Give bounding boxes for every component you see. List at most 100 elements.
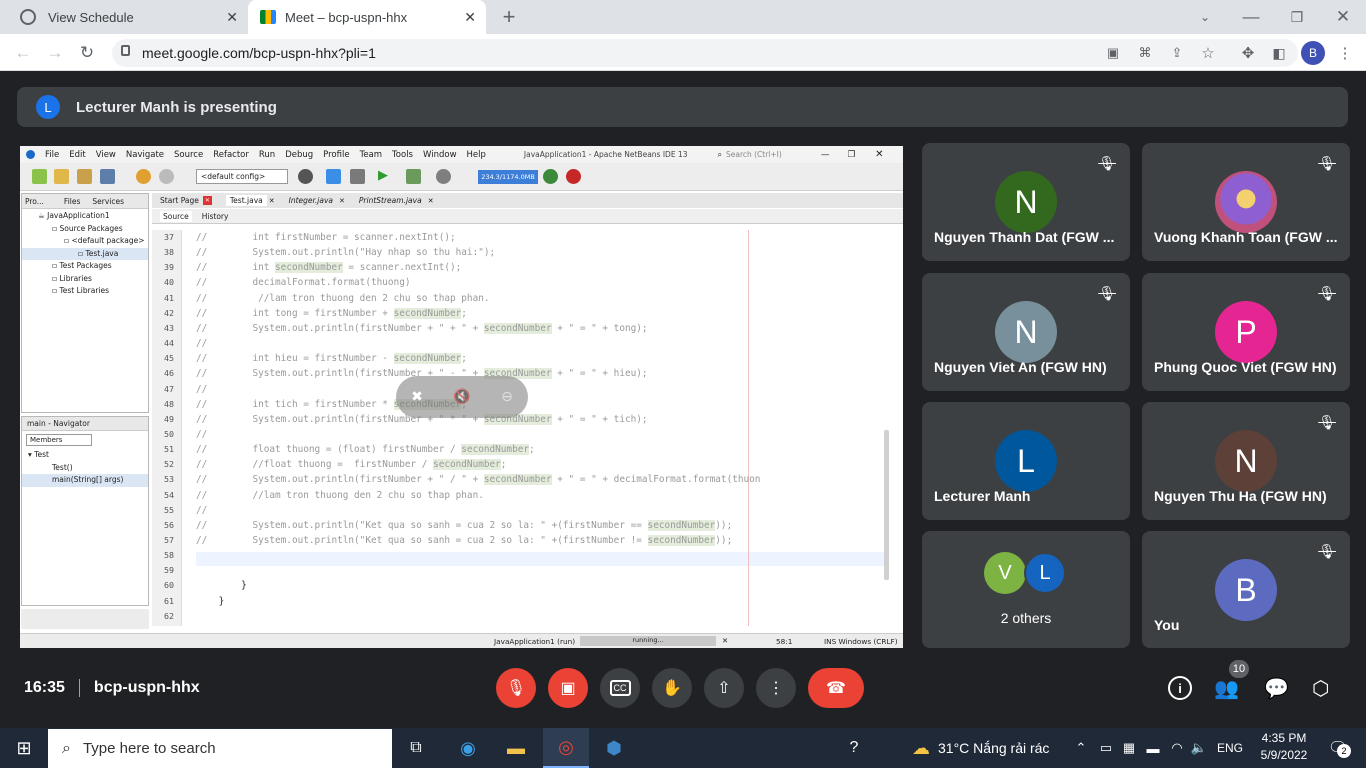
leave-call-button[interactable]: ☎ — [808, 668, 864, 708]
globe-icon[interactable] — [298, 169, 313, 184]
participant-tile[interactable]: VL 2 others — [922, 531, 1130, 648]
wifi-icon[interactable]: ◠ — [1168, 728, 1186, 768]
back-icon[interactable]: ← — [10, 40, 36, 66]
redo-icon[interactable] — [159, 169, 174, 184]
tree-project[interactable]: ☕ JavaApplication1 — [22, 210, 148, 223]
participant-tile[interactable]: N Nguyen Thu Ha (FGW HN) 🎙 — [1142, 402, 1350, 520]
new-tab-button[interactable]: + — [496, 4, 522, 29]
weather-widget[interactable]: ☁ 31°C Nắng rải rác — [912, 728, 1049, 768]
memory-indicator[interactable]: 234.3/1174.0MB — [478, 170, 538, 184]
taskbar-clock[interactable]: 4:35 PM 5/9/2022 — [1252, 730, 1316, 766]
new-project-icon[interactable] — [32, 169, 47, 184]
tab-printstream-java[interactable]: PrintStream.java — [359, 196, 422, 205]
side-panel-icon[interactable]: ◧ — [1268, 42, 1290, 64]
clean-build-icon[interactable] — [350, 169, 365, 184]
menu-tools[interactable]: Tools — [392, 150, 413, 160]
tree-libraries[interactable]: ▫ Libraries — [22, 273, 148, 286]
tree-test-java[interactable]: ▫ Test.java — [22, 247, 148, 260]
unpin-icon[interactable]: ✖ — [411, 389, 423, 405]
close-icon[interactable]: ✕ — [339, 197, 345, 205]
taskbar-search[interactable]: ⌕ Type here to search — [48, 729, 392, 768]
tab-test-java[interactable]: Test.java — [225, 195, 267, 206]
language-indicator[interactable]: ENG — [1214, 728, 1246, 768]
help-icon[interactable]: ? — [838, 728, 870, 768]
menu-navigate[interactable]: Navigate — [126, 150, 164, 160]
volume-icon[interactable]: 🔈 — [1190, 728, 1208, 768]
nb-restore-icon[interactable]: ❐ — [847, 150, 855, 160]
task-view-icon[interactable]: ⧉ — [400, 728, 432, 768]
tray-device-icon[interactable]: ▭ — [1097, 728, 1115, 768]
debug-icon[interactable] — [406, 169, 421, 184]
chat-icon[interactable]: 💬 — [1264, 676, 1289, 701]
participant-tile[interactable]: P Phung Quoc Viet (FGW HN) 🎙 — [1142, 273, 1350, 391]
edge-icon[interactable]: ◉ — [452, 728, 484, 768]
nb-search-input[interactable]: Search (Ctrl+I) — [726, 150, 821, 159]
mic-off-button[interactable]: 🎙 — [496, 668, 536, 708]
profile-icon[interactable] — [436, 169, 451, 184]
nav-class-test[interactable]: ▾ Test — [22, 449, 148, 462]
nav-main-method[interactable]: main(String[] args) — [22, 474, 148, 487]
extensions-icon[interactable]: ✥ — [1237, 42, 1259, 64]
participant-tile[interactable]: N Nguyen Thanh Dat (FGW ... 🎙 — [922, 143, 1130, 261]
share-icon[interactable]: ⇪ — [1166, 42, 1188, 64]
forward-icon[interactable]: → — [42, 40, 68, 66]
restore-icon[interactable]: ❐ — [1284, 5, 1310, 29]
nb-close-icon[interactable]: ✕ — [875, 149, 883, 160]
people-icon[interactable]: 👥 — [1214, 676, 1239, 701]
undo-icon[interactable] — [136, 169, 151, 184]
code-editor[interactable]: 37 // int firstNumber = scanner.nextInt()… — [152, 230, 903, 626]
meeting-details-icon[interactable]: i — [1168, 676, 1192, 700]
minimize-presentation-icon[interactable]: ⊖ — [501, 389, 513, 405]
navigator-filter-select[interactable]: Members — [26, 434, 92, 446]
tab-search-icon[interactable]: ⌄ — [1192, 5, 1218, 29]
cancel-run-icon[interactable]: ✕ — [722, 636, 728, 645]
close-icon[interactable]: ✕ — [269, 197, 275, 205]
menu-debug[interactable]: Debug — [285, 150, 313, 160]
activities-icon[interactable]: ⬡ — [1312, 676, 1329, 701]
bookmark-star-icon[interactable]: ☆ — [1197, 42, 1219, 64]
menu-edit[interactable]: Edit — [69, 150, 85, 160]
nb-minimize-icon[interactable]: — — [821, 150, 830, 160]
tab-files[interactable]: Files — [64, 197, 80, 206]
tree-test-libraries[interactable]: ▫ Test Libraries — [22, 285, 148, 298]
camera-off-button[interactable]: ▣ — [548, 668, 588, 708]
participant-tile[interactable]: Vuong Khanh Toan (FGW ... 🎙 — [1142, 143, 1350, 261]
raise-hand-button[interactable]: ✋ — [652, 668, 692, 708]
editor-scrollbar[interactable] — [884, 430, 889, 580]
new-file-icon[interactable] — [54, 169, 69, 184]
tree-source-packages[interactable]: ▫ Source Packages — [22, 223, 148, 236]
tab-meet[interactable]: Meet – bcp-uspn-hhx ✕ — [248, 0, 486, 34]
more-options-button[interactable]: ⋮ — [756, 668, 796, 708]
source-tab[interactable]: Source — [160, 210, 192, 222]
minimize-icon[interactable]: — — [1238, 5, 1264, 29]
menu-file[interactable]: File — [45, 150, 59, 160]
open-project-icon[interactable] — [77, 169, 92, 184]
netbeans-taskbar-icon[interactable]: ⬢ — [598, 728, 630, 768]
history-tab[interactable]: History — [202, 212, 229, 221]
menu-help[interactable]: Help — [467, 150, 486, 160]
menu-team[interactable]: Team — [360, 150, 382, 160]
tray-app-icon[interactable]: ▦ — [1120, 728, 1138, 768]
run-icon[interactable]: ▶ — [378, 168, 388, 183]
tab-integer-java[interactable]: Integer.java — [289, 196, 333, 205]
config-select[interactable]: <default config> — [196, 169, 288, 184]
tab-view-schedule[interactable]: View Schedule ✕ — [8, 0, 248, 34]
menu-run[interactable]: Run — [259, 150, 275, 160]
camera-blocked-icon[interactable]: ▣ — [1102, 42, 1124, 64]
participant-tile[interactable]: L Lecturer Manh — [922, 402, 1130, 520]
tab-start-page[interactable]: Start Page — [160, 196, 199, 205]
menu-refactor[interactable]: Refactor — [213, 150, 249, 160]
tab-services[interactable]: Services — [92, 197, 124, 206]
save-all-icon[interactable] — [100, 169, 115, 184]
reload-icon[interactable]: ↻ — [74, 40, 100, 66]
mute-presentation-icon[interactable]: 🔇 — [453, 389, 470, 405]
present-button[interactable]: ⇧ — [704, 668, 744, 708]
build-icon[interactable] — [326, 169, 341, 184]
translate-icon[interactable]: ⌘ — [1134, 42, 1156, 64]
tree-test-packages[interactable]: ▫ Test Packages — [22, 260, 148, 273]
window-close-icon[interactable]: ✕ — [1330, 5, 1356, 29]
battery-icon[interactable]: ▬ — [1144, 728, 1162, 768]
gc-icon[interactable] — [543, 169, 558, 184]
menu-view[interactable]: View — [96, 150, 116, 160]
tree-default-package[interactable]: ▫ <default package> — [22, 235, 148, 248]
